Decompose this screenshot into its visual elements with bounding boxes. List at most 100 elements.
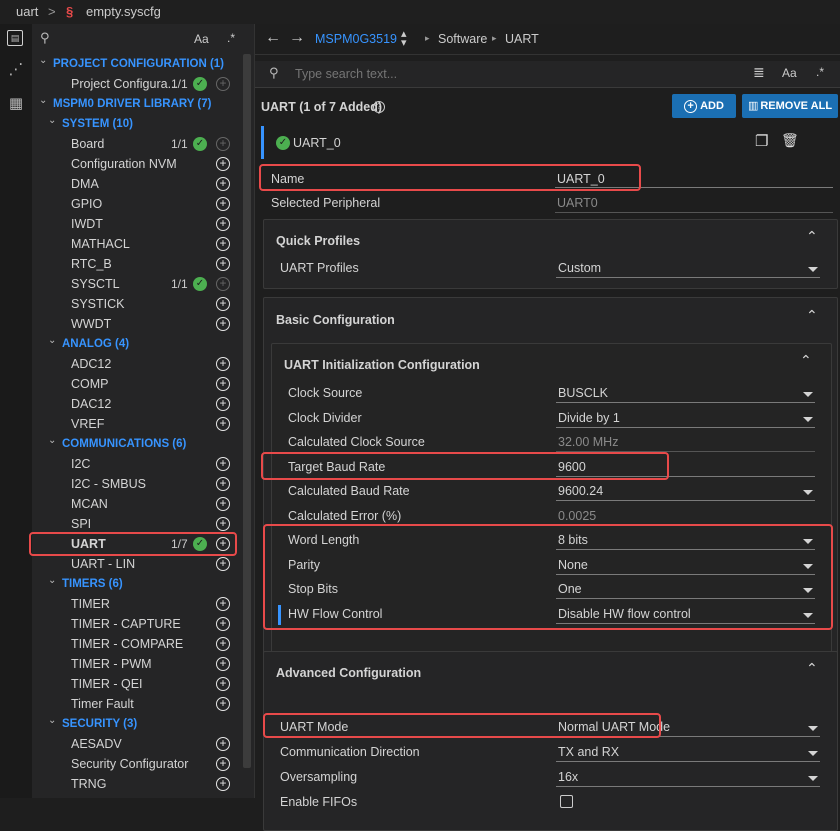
add-circle-icon[interactable]: + — [216, 497, 230, 511]
add-circle-icon[interactable]: + — [216, 257, 230, 271]
select-uart-profiles[interactable]: Custom — [558, 257, 601, 279]
select-stop-bits[interactable]: One — [558, 578, 582, 600]
device-selector[interactable]: MSPM0G3519 — [315, 32, 397, 46]
config-search-input[interactable] — [293, 64, 717, 84]
add-circle-icon[interactable]: + — [216, 737, 230, 751]
add-circle-icon[interactable]: + — [216, 557, 230, 571]
add-circle-icon[interactable]: + — [216, 457, 230, 471]
sidebar-item-uart-lin[interactable]: UART - LIN + — [32, 554, 242, 574]
chevron-down-icon[interactable] — [803, 588, 813, 593]
category-header[interactable]: ⌄ PROJECT CONFIGURATION (1) — [32, 54, 242, 74]
chevron-down-icon[interactable]: ⌄ — [48, 711, 56, 731]
add-circle-icon[interactable]: + — [216, 137, 230, 151]
chevron-down-icon[interactable]: ⌄ — [48, 331, 56, 351]
add-circle-icon[interactable]: + — [216, 477, 230, 491]
chevron-down-icon[interactable]: ⌄ — [48, 431, 56, 451]
add-circle-icon[interactable]: + — [216, 317, 230, 331]
select-parity[interactable]: None — [558, 554, 588, 576]
sidebar-item-iwdt[interactable]: IWDT + — [32, 214, 242, 234]
chevron-down-icon[interactable]: ⌄ — [48, 111, 56, 131]
sidebar-item-timer-fault[interactable]: Timer Fault + — [32, 694, 242, 714]
chevron-up-icon[interactable]: ⌃ — [806, 660, 818, 677]
add-circle-icon[interactable]: + — [216, 777, 230, 791]
breadcrumb-folder[interactable]: uart — [16, 4, 38, 19]
add-circle-icon[interactable]: + — [216, 237, 230, 251]
sidebar-scrollbar[interactable] — [243, 54, 251, 768]
add-circle-icon[interactable]: + — [216, 417, 230, 431]
enable-fifos-checkbox[interactable] — [560, 795, 573, 808]
chevron-down-icon[interactable] — [803, 563, 813, 569]
select-oversampling[interactable]: 16x — [558, 766, 578, 788]
chevron-down-icon[interactable] — [803, 392, 813, 397]
match-case-icon[interactable]: Aa — [194, 32, 209, 46]
add-circle-icon[interactable]: + — [216, 537, 230, 551]
category-header[interactable]: ⌄ MSPM0 DRIVER LIBRARY (7) — [32, 94, 242, 114]
chevron-down-icon[interactable]: ⌄ — [48, 571, 56, 591]
category-header[interactable]: ⌄ SECURITY (3) — [32, 714, 242, 734]
trash-icon[interactable]: 🗑 — [781, 132, 799, 149]
sidebar-item-mathacl[interactable]: MATHACL + — [32, 234, 242, 254]
sidebar-item-rtc-b[interactable]: RTC_B + — [32, 254, 242, 274]
chevron-down-icon[interactable] — [803, 490, 813, 495]
path-uart[interactable]: UART — [505, 32, 539, 46]
select-uart-mode[interactable]: Normal UART Mode — [558, 716, 670, 738]
sidebar-item-spi[interactable]: SPI + — [32, 514, 242, 534]
select-communication-direction[interactable]: TX and RX — [558, 741, 619, 763]
chevron-up-icon[interactable]: ⌃ — [806, 228, 818, 245]
regex-icon[interactable]: .* — [816, 65, 824, 79]
breadcrumb-file[interactable]: empty.syscfg — [86, 4, 161, 19]
add-circle-icon[interactable]: + — [216, 397, 230, 411]
sidebar-item-dac12[interactable]: DAC12 + — [32, 394, 242, 414]
sidebar-item-uart[interactable]: UART 1/7 ✓ + — [32, 534, 242, 554]
add-circle-icon[interactable]: + — [216, 597, 230, 611]
add-circle-icon[interactable]: + — [216, 657, 230, 671]
sidebar-item-timer-qei[interactable]: TIMER - QEI + — [32, 674, 242, 694]
chevron-down-icon[interactable]: ⌄ — [39, 91, 47, 111]
select-clock-source[interactable]: BUSCLK — [558, 382, 608, 404]
sidebar-item-systick[interactable]: SYSTICK + — [32, 294, 242, 314]
chevron-up-icon[interactable]: ⌃ — [806, 307, 818, 324]
chevron-down-icon[interactable] — [808, 726, 818, 731]
add-circle-icon[interactable]: + — [216, 677, 230, 691]
instance-name[interactable]: UART_0 — [293, 136, 341, 150]
field-target-baud-rate[interactable]: 9600 — [558, 456, 586, 478]
sidebar-item-trng[interactable]: TRNG + — [32, 774, 242, 794]
forward-arrow-icon[interactable]: → — [289, 29, 305, 47]
sidebar-item-board[interactable]: Board 1/1 ✓ + — [32, 134, 242, 154]
category-header[interactable]: ⌄ COMMUNICATIONS (6) — [32, 434, 242, 454]
select-hw-flow-control[interactable]: Disable HW flow control — [558, 603, 691, 625]
path-software[interactable]: Software — [438, 32, 487, 46]
sidebar-item-timer-compare[interactable]: TIMER - COMPARE + — [32, 634, 242, 654]
chevron-down-icon[interactable] — [808, 751, 818, 756]
category-header[interactable]: ⌄ SYSTEM (10) — [32, 114, 242, 134]
add-circle-icon[interactable]: + — [216, 277, 230, 291]
sidebar-item-comp[interactable]: COMP + — [32, 374, 242, 394]
remove-all-button[interactable]: ▥ REMOVE ALL — [742, 94, 838, 118]
category-header[interactable]: ⌄ ANALOG (4) — [32, 334, 242, 354]
select-calculated-baud-rate[interactable]: 9600.24 — [558, 480, 603, 502]
sidebar-item-timer-pwm[interactable]: TIMER - PWM + — [32, 654, 242, 674]
chevron-down-icon[interactable]: ⌄ — [39, 51, 47, 71]
chevron-up-icon[interactable]: ⌃ — [800, 352, 812, 369]
add-circle-icon[interactable]: + — [216, 357, 230, 371]
chevron-down-icon[interactable] — [808, 776, 818, 781]
sidebar-item-security-configurator[interactable]: Security Configurator + — [32, 754, 242, 774]
sidebar-item-i2c[interactable]: I2C + — [32, 454, 242, 474]
add-circle-icon[interactable]: + — [216, 177, 230, 191]
sidebar-item-timer[interactable]: TIMER + — [32, 594, 242, 614]
add-circle-icon[interactable]: + — [216, 637, 230, 651]
calculator-icon[interactable]: ▦ — [6, 94, 26, 114]
regex-icon[interactable]: .* — [227, 31, 235, 45]
sidebar-item-configuration-nvm[interactable]: Configuration NVM + — [32, 154, 242, 174]
chevron-down-icon[interactable] — [803, 612, 813, 618]
back-arrow-icon[interactable]: ← — [265, 29, 281, 47]
sidebar-item-wwdt[interactable]: WWDT + — [32, 314, 242, 334]
add-circle-icon[interactable]: + — [216, 297, 230, 311]
add-circle-icon[interactable]: + — [216, 517, 230, 531]
add-circle-icon[interactable]: + — [216, 197, 230, 211]
topology-icon[interactable]: ⋰ — [6, 60, 26, 80]
sidebar-item-adc12[interactable]: ADC12 + — [32, 354, 242, 374]
add-button[interactable]: + ADD — [672, 94, 736, 118]
chevron-down-icon[interactable] — [803, 539, 813, 544]
select-word-length[interactable]: 8 bits — [558, 529, 588, 551]
